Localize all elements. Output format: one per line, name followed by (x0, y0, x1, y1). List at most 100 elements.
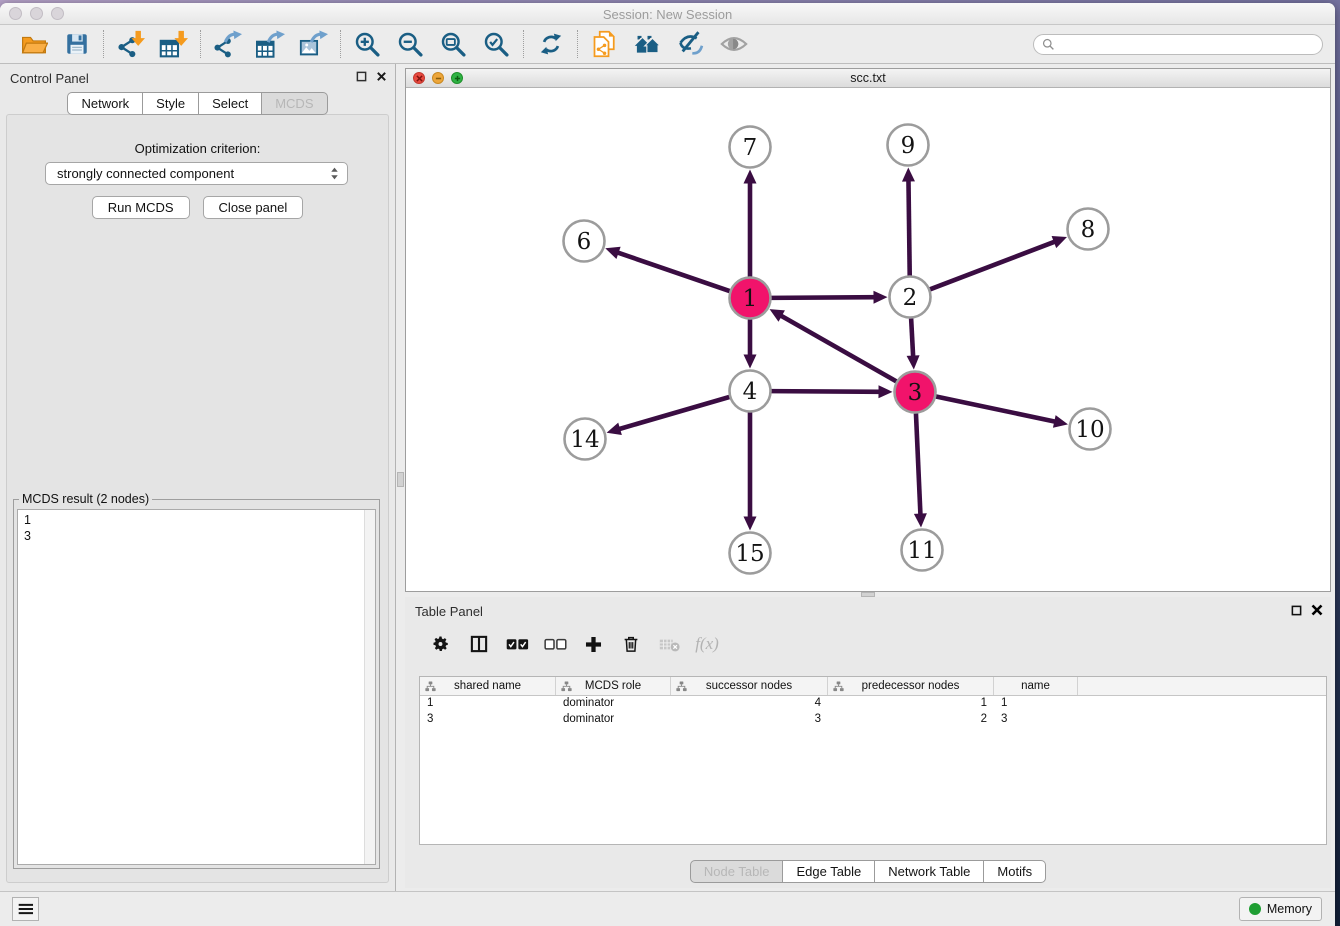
search-box[interactable] (1033, 34, 1323, 55)
zoom-out-button[interactable] (389, 27, 432, 61)
table-cell[interactable]: dominator (556, 712, 671, 728)
table-cell[interactable]: 2 (828, 712, 994, 728)
select-all-rows-button[interactable] (503, 629, 531, 659)
graph-node-6[interactable]: 6 (564, 221, 605, 262)
graph-edge-2-9[interactable] (908, 179, 909, 275)
export-network-button[interactable] (206, 27, 249, 61)
table-cell[interactable]: 1 (994, 696, 1078, 712)
first-neighbors-icon (633, 30, 662, 59)
deselect-all-rows-button[interactable] (541, 629, 569, 659)
toggle-columns-button[interactable] (465, 629, 493, 659)
graph-node-9[interactable]: 9 (888, 125, 929, 166)
graph-node-14[interactable]: 14 (565, 419, 606, 460)
mcds-result-text[interactable]: 1 3 (17, 509, 376, 865)
graph-node-8[interactable]: 8 (1068, 209, 1109, 250)
graph-node-4[interactable]: 4 (730, 371, 771, 412)
table-cell[interactable]: 3 (671, 712, 828, 728)
table-panel-header: Table Panel (405, 597, 1331, 623)
export-image-icon (299, 30, 328, 59)
table-settings-button[interactable] (427, 629, 455, 659)
column-type-icon (833, 681, 844, 695)
zoom-fit-button[interactable] (432, 27, 475, 61)
delete-column-button[interactable] (617, 629, 645, 659)
export-image-button[interactable] (292, 27, 335, 61)
first-neighbors-button[interactable] (626, 27, 669, 61)
graph-edge-arrowhead (878, 385, 892, 398)
import-table-button[interactable] (152, 27, 195, 61)
graph-edge-3-1[interactable] (780, 315, 896, 381)
graph-node-10[interactable]: 10 (1070, 409, 1111, 450)
open-session-icon (20, 30, 48, 58)
graph-edge-2-8[interactable] (930, 241, 1056, 289)
export-table-button[interactable] (249, 27, 292, 61)
result-scrollbar[interactable] (364, 510, 375, 864)
search-input[interactable] (1060, 37, 1314, 51)
graph-node-label: 15 (735, 541, 764, 567)
float-panel-icon[interactable] (356, 71, 367, 82)
close-table-panel-icon[interactable] (1311, 604, 1323, 616)
table-row[interactable]: 3dominator323 (420, 712, 1326, 728)
graph-node-11[interactable]: 11 (902, 530, 943, 571)
zoom-in-button[interactable] (346, 27, 389, 61)
tab-network[interactable]: Network (67, 92, 143, 115)
save-session-button[interactable] (55, 27, 98, 61)
select-all-rows-icon (506, 638, 529, 651)
toolbar-separator (340, 30, 341, 58)
close-panel-icon[interactable] (376, 71, 387, 82)
tab-style[interactable]: Style (143, 92, 199, 115)
graph-edge-4-3[interactable] (771, 391, 880, 392)
close-panel-button[interactable]: Close panel (203, 196, 304, 219)
table-cell[interactable]: 4 (671, 696, 828, 712)
table-cell[interactable]: 3 (420, 712, 556, 728)
table-cell[interactable]: 1 (828, 696, 994, 712)
hide-selected-button[interactable] (669, 27, 712, 61)
memory-button[interactable]: Memory (1239, 897, 1322, 921)
vertical-splitter-handle[interactable] (397, 472, 404, 487)
column-header-name[interactable]: name (994, 677, 1078, 695)
table-cell[interactable]: 1 (420, 696, 556, 712)
criterion-dropdown[interactable]: strongly connected component (45, 162, 348, 185)
graph-edge-4-14[interactable] (618, 397, 729, 429)
apply-layout-button[interactable] (529, 27, 572, 61)
graph-node-2[interactable]: 2 (890, 277, 931, 318)
tab-select[interactable]: Select (199, 92, 262, 115)
create-column-button[interactable] (579, 629, 607, 659)
zoom-selected-button[interactable] (475, 27, 518, 61)
graph-node-label: 4 (743, 379, 758, 405)
table-cell[interactable]: dominator (556, 696, 671, 712)
column-header-shared-name[interactable]: shared name (420, 677, 556, 695)
graph-node-label: 3 (908, 380, 923, 406)
graph-edge-2-3[interactable] (911, 318, 913, 357)
graph-node-15[interactable]: 15 (730, 533, 771, 574)
graph-node-3[interactable]: 3 (895, 372, 936, 413)
graph-edge-3-11[interactable] (916, 413, 921, 515)
import-network-button[interactable] (109, 27, 152, 61)
tab-edge-table[interactable]: Edge Table (783, 860, 875, 883)
zoom-selected-icon (482, 30, 511, 59)
graph-node-1[interactable]: 1 (730, 278, 771, 319)
column-header-mcds-role[interactable]: MCDS role (556, 677, 671, 695)
graph-edge-1-6[interactable] (617, 252, 730, 291)
new-network-from-selection-button[interactable] (583, 27, 626, 61)
open-session-button[interactable] (12, 27, 55, 61)
graph-edge-1-2[interactable] (771, 297, 875, 298)
table-settings-icon (432, 635, 450, 653)
run-mcds-button[interactable]: Run MCDS (92, 196, 190, 219)
tab-motifs[interactable]: Motifs (984, 860, 1046, 883)
table-row[interactable]: 1dominator411 (420, 696, 1326, 712)
network-graph-canvas[interactable]: 7 9 6 8 1 2 4 3 14 10 15 11 (406, 88, 1330, 591)
function-builder-icon: f(x) (695, 634, 719, 654)
graph-node-7[interactable]: 7 (730, 127, 771, 168)
show-graphics-details-button[interactable] (712, 27, 755, 61)
float-table-panel-icon[interactable] (1291, 605, 1302, 616)
task-history-button[interactable] (12, 897, 39, 921)
tab-node-table[interactable]: Node Table (690, 860, 784, 883)
table-cell[interactable]: 3 (994, 712, 1078, 728)
right-column: scc.txt 7 9 6 8 1 2 4 3 14 10 15 (405, 64, 1331, 891)
column-header-predecessor-nodes[interactable]: predecessor nodes (828, 677, 994, 695)
tab-network-table[interactable]: Network Table (875, 860, 984, 883)
tab-mcds[interactable]: MCDS (262, 92, 327, 115)
column-header-successor-nodes[interactable]: successor nodes (671, 677, 828, 695)
graph-edge-3-10[interactable] (936, 396, 1056, 421)
function-builder-button: f(x) (693, 629, 721, 659)
